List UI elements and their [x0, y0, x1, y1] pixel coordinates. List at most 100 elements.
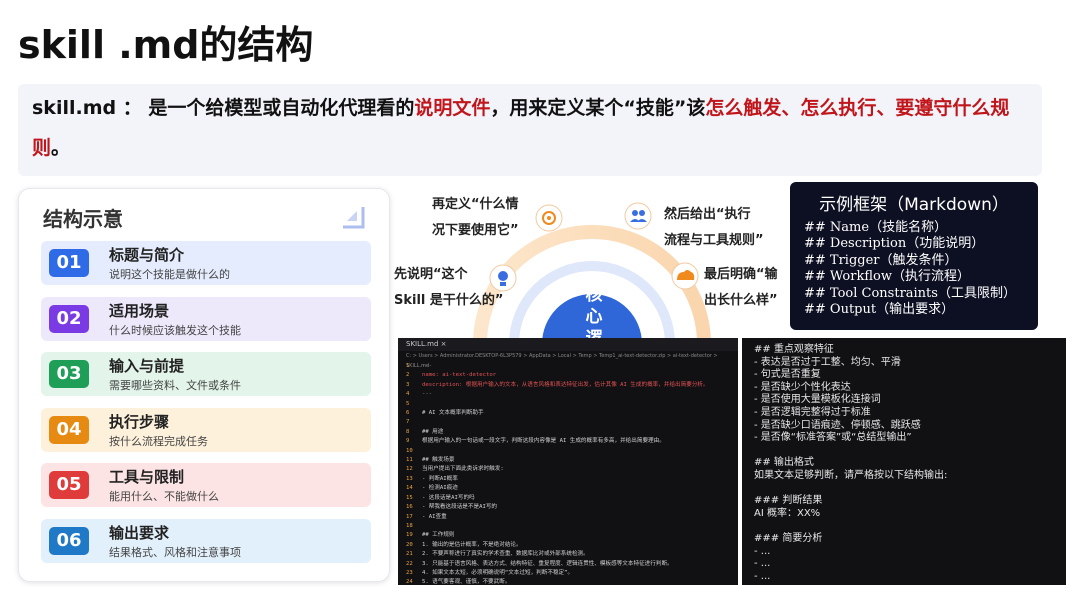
line-text: 4. 如果文本太短，必须明确说明“文本过短，判断不稳定”。: [422, 569, 574, 576]
line-number: 17: [406, 513, 413, 520]
step3-line2: 流程与工具规则”: [664, 233, 764, 248]
step4-line2: 出长什么样”: [704, 293, 778, 308]
line-number: 5: [406, 400, 410, 407]
line-number: 12: [406, 466, 413, 473]
item-title: 输出要求: [109, 523, 170, 542]
line-text: 3. 只能基于语言风格、表达方式、结构特征、重复程度、逻辑连贯性、模板感等文本特…: [422, 560, 673, 567]
preview-line: - 是否缺少个性化表达: [754, 381, 851, 393]
preview-line: [754, 520, 947, 533]
intro-text: skill.md ： 是一个给模型或自动化代理看的说明文件，用来定义某个“技能”…: [32, 88, 1042, 168]
item-number-badge: 01: [49, 249, 89, 277]
step1-line2: Skill 是干什么的”: [394, 293, 504, 308]
editor-tab[interactable]: SKILL.md ×: [398, 338, 738, 351]
code-line: 8 ## 用途: [406, 428, 709, 437]
item-number-badge: 03: [49, 360, 89, 388]
line-number: 4: [406, 391, 410, 398]
frame-line-output: ## Output（输出要求）: [804, 302, 955, 318]
item-description: 结果格式、风格和注意事项: [109, 545, 241, 559]
preview-line: - 是否像“标准答案”或“总结型输出”: [754, 432, 912, 444]
code-line: 17 - AI查重: [406, 513, 709, 522]
line-number: 6: [406, 410, 410, 417]
frame-line-name: ## Name（技能名称）: [804, 220, 948, 235]
step-output-label: 最后明确“输 出长什么样”: [704, 262, 778, 314]
intro-part: skill.md ： 是一个给模型或自动化代理看的: [32, 97, 415, 119]
item-description: 说明这个技能是做什么的: [109, 268, 230, 281]
code-line: 11 ## 触发场景: [406, 456, 709, 465]
line-text: 2. 不要声称进行了真实的学术查重、数据库比对或外部系统检测。: [422, 551, 589, 558]
structure-item: 04 执行步骤 按什么流程完成任务: [41, 407, 371, 452]
frame-line-description: ## Description（功能说明）: [804, 236, 985, 252]
code-line: 13 - 判断AI概率: [406, 475, 709, 484]
code-line: 18: [406, 522, 709, 531]
markdown-example-frame: 示例框架（Markdown） ## Name（技能名称） ## Descript…: [790, 182, 1038, 330]
line-text: 1. 输出的是估计概率，不是绝对结论。: [422, 541, 522, 548]
line-number: 11: [406, 457, 413, 464]
corner-decoration-icon: [343, 207, 365, 229]
intro-bold-define: 定义: [547, 97, 586, 119]
line-text: 5. 语气要客观、谨慎，不要武断。: [422, 579, 511, 585]
frame-line-workflow: ## Workflow（执行流程）: [804, 269, 970, 285]
editor-code[interactable]: 1 --- 2 name: ai-text-detector 3 description:…: [406, 362, 709, 585]
line-number: 2: [406, 372, 410, 379]
item-title: 执行步骤: [109, 412, 170, 431]
code-line: 12 当用户提出下面此类诉求时触发:: [406, 465, 709, 474]
preview-line: - 表达是否过于工整、均匀、平滑: [754, 356, 901, 368]
structure-item: 01 标题与简介 说明这个技能是做什么的: [41, 241, 371, 285]
code-line: 10: [406, 447, 709, 456]
line-text: - AI查重: [422, 513, 447, 520]
preview-line: [754, 445, 947, 458]
line-number: 14: [406, 485, 413, 492]
intro-part: 某个“: [585, 97, 636, 119]
item-description: 什么时候应该触发这个技能: [109, 323, 241, 337]
code-line: 19 ## 工作规则: [406, 531, 709, 540]
item-description: 能用什么、不能做什么: [109, 490, 219, 503]
frame-line-tools: ## Tool Constraints（工具限制）: [804, 285, 1016, 301]
preview-line: - ...: [754, 570, 771, 582]
preview-line: ### 判断结果: [754, 495, 823, 507]
item-description: 需要哪些资料、文件或条件: [109, 379, 241, 392]
item-title: 输入与前提: [109, 357, 185, 375]
structure-item: 05 工具与限制能用什么、不能做什么: [41, 463, 371, 507]
structure-item: 02 适用场景什么时候应该触发这个技能: [41, 296, 371, 341]
structure-panel: 结构示意 01 标题与简介 说明这个技能是做什么的 02 适用场景什么时候应该触发这个技…: [18, 188, 390, 582]
page-title: skill .md的结构: [18, 23, 314, 67]
code-line: 2 name: ai-text-detector: [406, 371, 709, 380]
line-number: 3: [406, 381, 410, 388]
item-title: 工具与限制: [109, 468, 185, 486]
core-logic-diagram: 核心 逻辑 先说明“这个 Skill 是干什么的” 再定义“什么情 况下要使用它…: [392, 184, 792, 494]
editor-breadcrumb[interactable]: C: > Users > Administrator.DESKTOP-6L3P5…: [398, 351, 738, 369]
item-number-badge: 06: [49, 526, 89, 555]
item-number-badge: 02: [49, 304, 89, 333]
code-line: 21 2. 不要声称进行了真实的学术查重、数据库比对或外部系统检测。: [406, 550, 709, 559]
preview-line: AI 概率：XX%: [754, 507, 821, 519]
code-editor-panel: SKILL.md × C: > Users > Administrator.DE…: [398, 338, 738, 585]
line-text: ## 触发场景: [422, 457, 455, 464]
code-line: 24 5. 语气要客观、谨慎，不要武断。: [406, 578, 709, 585]
line-number: 1: [406, 363, 410, 369]
code-line: 14 - 检测AI痕迹: [406, 484, 709, 493]
line-text: 当用户提出下面此类诉求时触发:: [422, 466, 504, 473]
item-title: 适用场景: [109, 301, 170, 320]
line-number: 15: [406, 494, 413, 501]
line-number: 18: [406, 522, 413, 529]
preview-line: - 是否缺少口语痕迹、停顿感、跳跃感: [754, 419, 921, 431]
preview-code[interactable]: ## 重点观察特征 - 表达是否过于工整、均匀、平滑 - 句式是否重复 - 是否缺少个…: [754, 344, 947, 583]
step-trigger-label: 再定义“什么情 况下要使用它”: [432, 192, 519, 244]
line-number: 21: [406, 551, 413, 558]
preview-line: [754, 483, 947, 496]
code-line: 9 根据用户输入的一句话或一段文字，判断这段内容像是 AI 生成的概率有多高，并给…: [406, 437, 709, 446]
structure-title: 结构示意: [43, 207, 123, 231]
frame-line-trigger: ## Trigger（触发条件）: [804, 252, 958, 268]
cloud-upload-icon: [671, 262, 699, 290]
step1-line1: 先说明“这个: [394, 267, 468, 282]
target-icon: [535, 204, 563, 232]
preview-line: - 句式是否重复: [754, 369, 821, 381]
line-number: 13: [406, 475, 413, 482]
code-line: 1 ---: [406, 362, 709, 371]
item-number-badge: 05: [49, 471, 89, 499]
intro-part: ，用来: [490, 97, 548, 119]
intro-bold-skill: 技能: [635, 97, 674, 119]
line-text: ---: [422, 363, 433, 369]
line-number: 20: [406, 541, 413, 548]
code-line: 5: [406, 400, 709, 409]
